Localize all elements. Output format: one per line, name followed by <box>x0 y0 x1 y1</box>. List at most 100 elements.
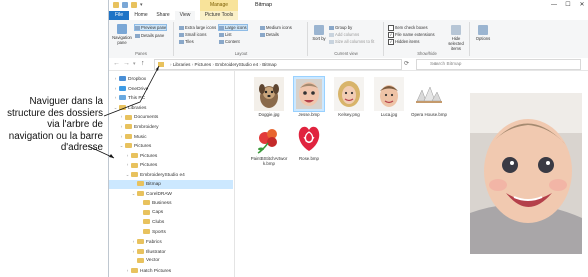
recent-locations-icon[interactable]: ▾ <box>133 59 136 69</box>
chevron-down-icon[interactable]: ⌄ <box>125 170 130 179</box>
file-item[interactable]: Luca.jpg <box>369 77 409 117</box>
chevron-right-icon[interactable]: › <box>131 237 136 246</box>
folder-icon <box>137 239 144 245</box>
layout-large-icons[interactable]: Large icons <box>218 24 248 31</box>
details-pane-button[interactable]: Details pane <box>135 33 164 38</box>
chevron-right-icon[interactable]: › <box>113 74 118 83</box>
nav-tree-item[interactable]: ⌄ Libraries <box>109 103 233 112</box>
nav-tree-item[interactable]: › Pictures <box>109 151 233 160</box>
nav-tree-item[interactable]: › Music <box>109 132 233 141</box>
nav-tree-item[interactable]: Sports <box>109 228 233 237</box>
ribbon-group-label-show-hide: Show/hide <box>417 51 437 56</box>
nav-tree-item[interactable]: Business <box>109 199 233 208</box>
folder-icon <box>137 180 144 186</box>
add-columns-button[interactable]: Add columns <box>329 32 359 37</box>
breadcrumb-embroiderystudio[interactable]: EmbroideryStudio e4 <box>215 62 258 67</box>
folder-icon <box>143 219 150 225</box>
tab-share[interactable]: Share <box>153 11 173 20</box>
file-thumbnail <box>414 77 444 111</box>
file-item[interactable]: PaintBStitchArtwork.bmp <box>249 121 289 166</box>
nav-tree-item[interactable]: ⌄ Pictures <box>109 141 233 150</box>
nav-tree-item[interactable]: › Hatch Pictures <box>109 266 233 275</box>
search-input[interactable]: ⌕ Search Bitmap <box>416 59 581 70</box>
folder-icon <box>131 268 138 274</box>
hide-selected-items-button[interactable]: Hide selected items <box>445 25 467 51</box>
nav-tree-item[interactable]: Clubs <box>109 218 233 227</box>
layout-label: Details <box>266 32 279 37</box>
breadcrumb-pictures[interactable]: Pictures <box>195 62 212 67</box>
navigation-pane: › Dropbox › OneDrive › This PC ⌄ Libraries › Docu… <box>109 71 235 277</box>
layout-extra-large-icons[interactable]: Extra large icons <box>179 25 216 30</box>
chevron-down-icon[interactable]: ⌄ <box>119 141 124 150</box>
refresh-icon[interactable]: ⟳ <box>404 59 409 69</box>
close-button[interactable]: ✕ <box>575 0 588 11</box>
chevron-down-icon[interactable]: ▾ <box>140 2 146 8</box>
tab-picture-tools[interactable]: Picture Tools <box>200 11 238 20</box>
file-item[interactable]: Jesse.bmp <box>289 76 329 117</box>
group-by-button[interactable]: Group by <box>329 25 352 30</box>
layout-medium-icons[interactable]: Medium icons <box>260 25 292 30</box>
tab-manage[interactable]: Manage <box>200 0 238 11</box>
layout-details[interactable]: Details <box>260 32 279 37</box>
tab-file[interactable]: File <box>109 11 129 20</box>
chevron-down-icon[interactable]: ⌄ <box>113 103 118 112</box>
layout-label: List <box>225 32 232 37</box>
layout-label: Medium icons <box>266 25 292 30</box>
layout-label: Tiles <box>185 39 194 44</box>
options-button[interactable]: Options <box>473 25 493 41</box>
sort-by-button[interactable]: Sort by <box>311 25 327 41</box>
chevron-right-icon[interactable]: › <box>125 151 130 160</box>
chevron-right-icon[interactable]: › <box>125 266 130 275</box>
group-by-label: Group by <box>335 25 353 30</box>
chevron-right-icon[interactable]: › <box>113 84 118 93</box>
tab-view[interactable]: View <box>175 11 195 20</box>
forward-button[interactable]: → <box>123 59 130 69</box>
hidden-items-toggle[interactable]: ✓ Hidden items <box>388 39 419 45</box>
nav-tree-item[interactable]: › Dropbox <box>109 74 233 83</box>
navigation-pane-icon <box>117 24 127 34</box>
tab-home[interactable]: Home <box>131 11 151 20</box>
layout-small-icons[interactable]: Small icons <box>179 32 206 37</box>
file-item[interactable]: Rose.bmp <box>289 121 329 161</box>
nav-tree-item[interactable]: ⌄ CorelDRAW <box>109 189 233 198</box>
maximize-button[interactable]: ☐ <box>561 0 575 11</box>
annotation-line-2: structure des dossiers <box>7 107 103 119</box>
size-columns-button[interactable]: Size all columns to fit <box>329 39 374 44</box>
item-check-boxes-toggle[interactable]: Item check boxes <box>388 25 428 31</box>
nav-tree-item[interactable]: › OneDrive <box>109 84 233 93</box>
nav-tree-item[interactable]: › Embroidery <box>109 122 233 131</box>
chevron-right-icon[interactable]: › <box>119 112 124 121</box>
navigation-pane-button[interactable]: Navigation pane <box>112 24 132 45</box>
nav-tree-item[interactable]: › Documents <box>109 112 233 121</box>
nav-tree-item[interactable]: › Pictures <box>109 160 233 169</box>
nav-tree-item[interactable]: › This PC <box>109 93 233 102</box>
nav-tree-item[interactable]: Vector <box>109 256 233 265</box>
up-button[interactable]: ↑ <box>141 59 145 69</box>
layout-content[interactable]: Content <box>219 39 240 44</box>
preview-pane-button[interactable]: Preview pane <box>133 24 168 31</box>
file-item[interactable]: Kelsey.png <box>329 77 369 117</box>
nav-tree-item[interactable]: › Illustrator <box>109 247 233 256</box>
chevron-right-icon[interactable]: › <box>125 160 130 169</box>
nav-tree-item[interactable]: Caps <box>109 208 233 217</box>
file-name-extensions-toggle[interactable]: ✓ File name extensions <box>388 32 435 38</box>
chevron-right-icon[interactable]: › <box>119 132 124 141</box>
file-item[interactable]: Doggie.jpg <box>249 77 289 117</box>
layout-list[interactable]: List <box>219 32 232 37</box>
new-folder-icon[interactable] <box>131 2 137 8</box>
nav-tree-item[interactable]: Bitmap <box>109 179 233 189</box>
properties-icon[interactable] <box>122 2 128 8</box>
address-bar[interactable]: › Libraries › Pictures › EmbroideryStudi… <box>154 59 402 70</box>
layout-tiles[interactable]: Tiles <box>179 39 194 44</box>
breadcrumb-libraries[interactable]: Libraries <box>173 62 191 67</box>
back-button[interactable]: ← <box>113 59 120 69</box>
nav-tree-item[interactable]: › Fabrics <box>109 237 233 246</box>
chevron-right-icon[interactable]: › <box>113 93 118 102</box>
file-item[interactable]: Opera House.bmp <box>409 77 449 117</box>
chevron-right-icon[interactable]: › <box>131 247 136 256</box>
breadcrumb-bitmap[interactable]: Bitmap <box>262 62 276 67</box>
chevron-right-icon[interactable]: › <box>119 122 124 131</box>
minimize-button[interactable]: — <box>547 0 561 11</box>
nav-tree-item[interactable]: ⌄ EmbroideryStudio e4 <box>109 170 233 179</box>
chevron-down-icon[interactable]: ⌄ <box>131 189 136 198</box>
